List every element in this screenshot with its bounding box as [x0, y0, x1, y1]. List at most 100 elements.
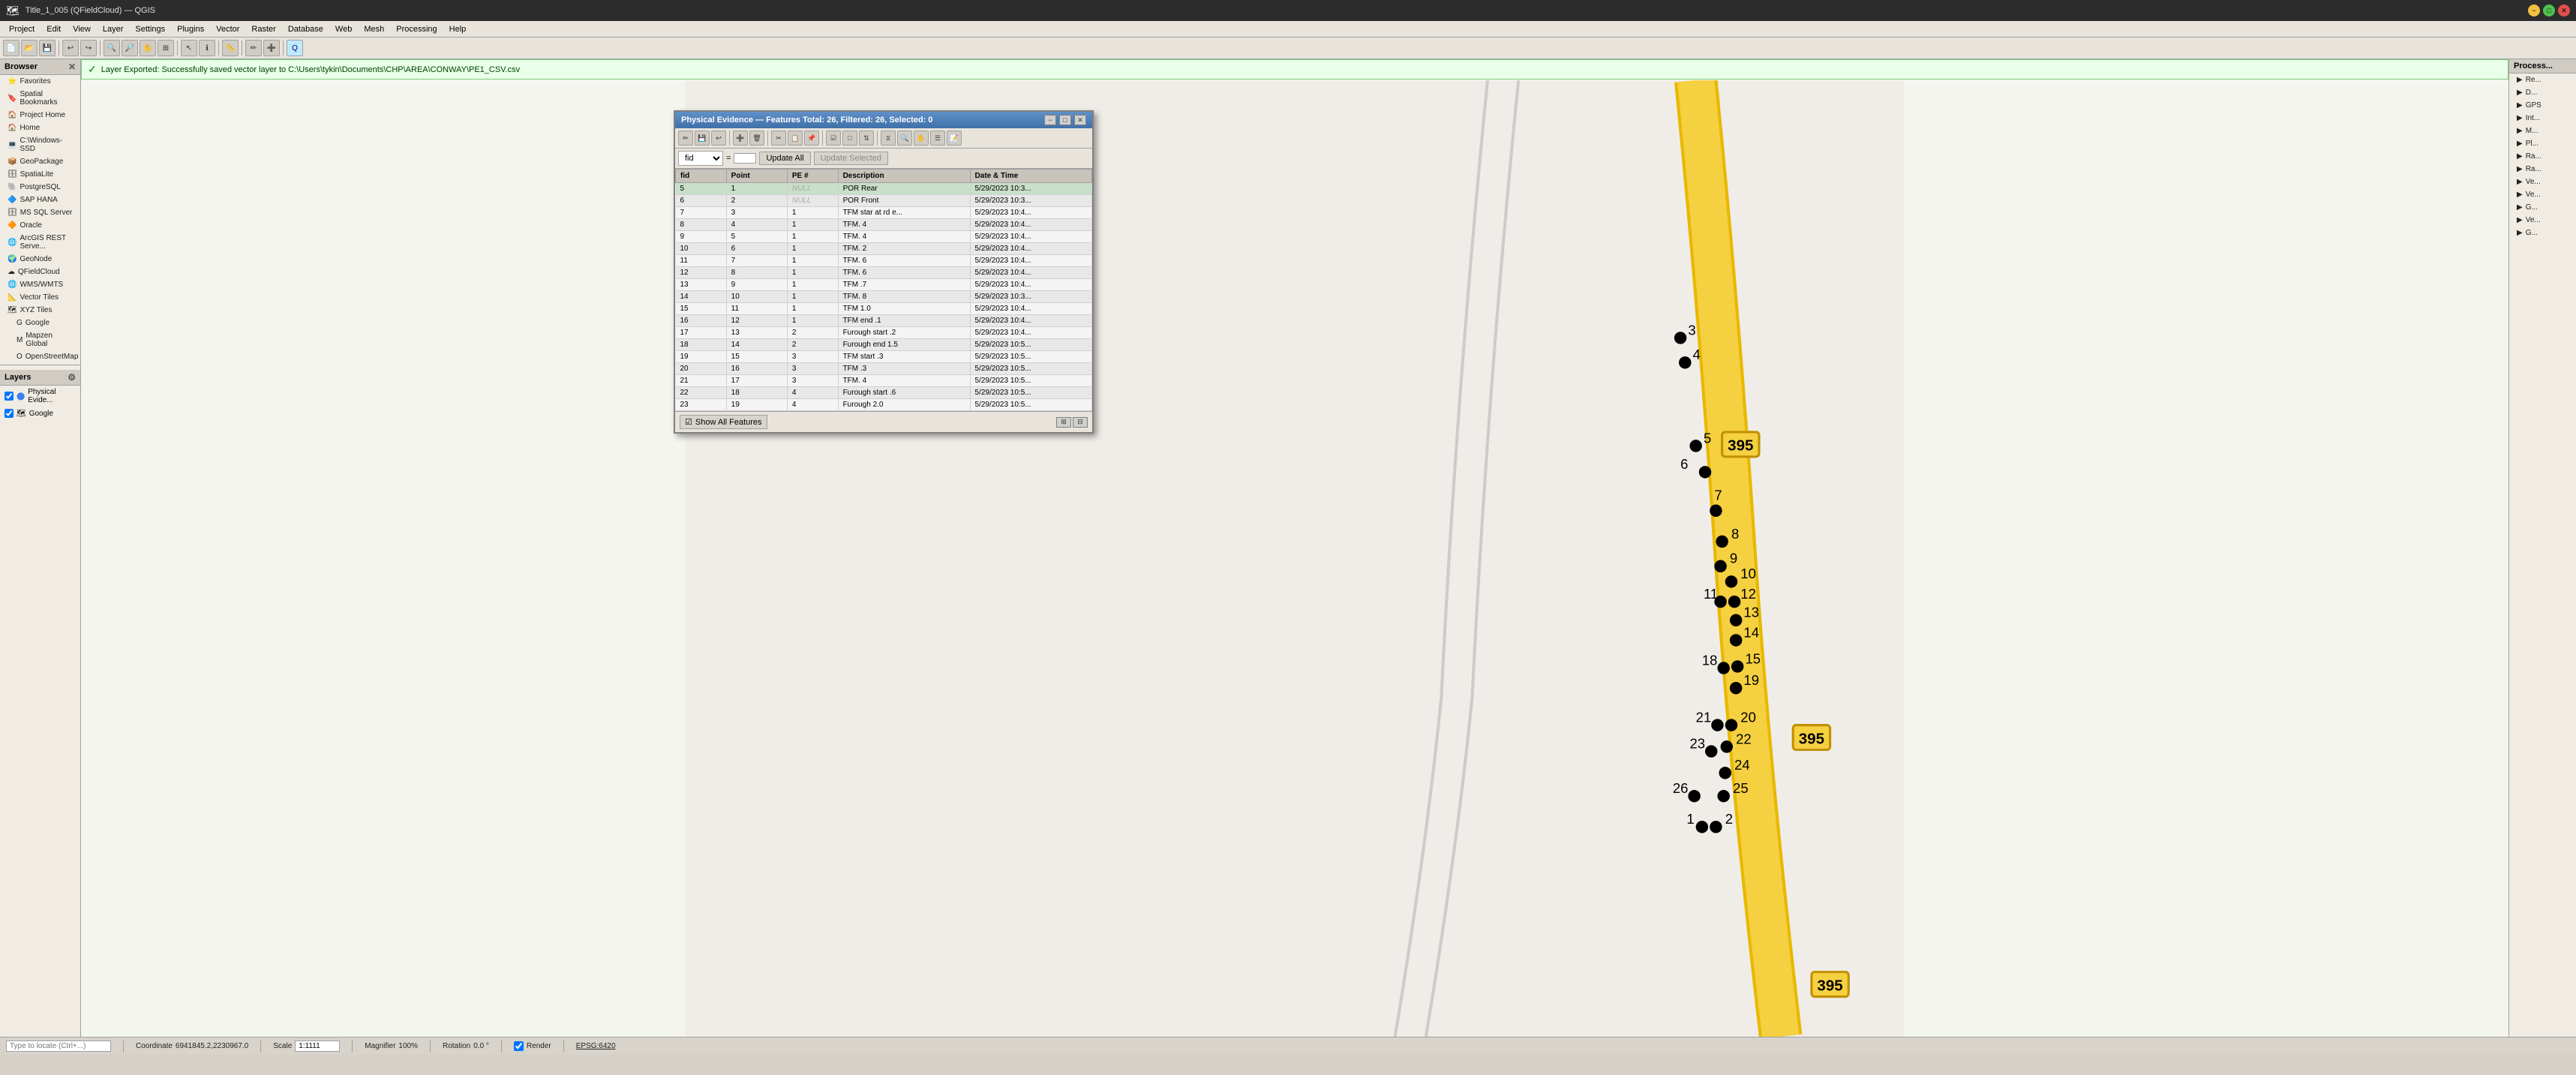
table-row[interactable]: 13 9 1 TFM .7 5/29/2023 10:4... — [676, 279, 1092, 291]
menu-vector[interactable]: Vector — [210, 23, 245, 35]
menu-web[interactable]: Web — [329, 23, 358, 35]
zoom-out-icon[interactable]: 🔎 — [122, 40, 138, 56]
digitize-icon[interactable]: ✏ — [245, 40, 262, 56]
browser-item-qfieldcloud[interactable]: ☁ QFieldCloud — [0, 266, 80, 278]
cut-icon[interactable]: ✂ — [771, 131, 786, 146]
table-row[interactable]: 21 17 3 TFM. 4 5/29/2023 10:5... — [676, 375, 1092, 387]
table-row[interactable]: 12 8 1 TFM. 6 5/29/2023 10:4... — [676, 267, 1092, 279]
scale-input[interactable] — [295, 1040, 340, 1052]
col-header-point[interactable]: Point — [726, 170, 787, 183]
table-row[interactable]: 20 16 3 TFM .3 5/29/2023 10:5... — [676, 363, 1092, 375]
save-edits-icon[interactable]: 💾 — [695, 131, 710, 146]
show-all-features-button[interactable]: ☑ Show All Features — [680, 415, 767, 429]
browser-item-favorites[interactable]: ⭐ Favorites — [0, 75, 80, 88]
col-header-description[interactable]: Description — [838, 170, 970, 183]
epsg-label[interactable]: EPSG:6420 — [576, 1042, 616, 1050]
processing-item-5[interactable]: ▶ Pl... — [2509, 137, 2576, 150]
browser-item-vector-tiles[interactable]: 📐 Vector Tiles — [0, 291, 80, 304]
processing-item-3[interactable]: ▶ Int... — [2509, 112, 2576, 125]
menu-settings[interactable]: Settings — [129, 23, 171, 35]
browser-item-wms[interactable]: 🌐 WMS/WMTS — [0, 278, 80, 291]
browser-item-xyz-tiles[interactable]: 🗺 XYZ Tiles — [0, 304, 80, 317]
browser-item-arcgis[interactable]: 🌐 ArcGIS REST Serve... — [0, 232, 80, 253]
menu-layer[interactable]: Layer — [97, 23, 130, 35]
menu-raster[interactable]: Raster — [245, 23, 281, 35]
browser-item-spatial-bookmarks[interactable]: 🔖 Spatial Bookmarks — [0, 88, 80, 109]
zoom-extent-icon[interactable]: ⊞ — [158, 40, 174, 56]
col-header-pe[interactable]: PE # — [787, 170, 838, 183]
browser-item-openstreetmap[interactable]: O OpenStreetMap — [0, 350, 80, 363]
map-area[interactable]: ✓ Layer Exported: Successfully saved vec… — [81, 59, 2508, 1037]
field-dropdown[interactable]: fid — [678, 151, 723, 166]
table-row[interactable]: 15 11 1 TFM 1.0 5/29/2023 10:4... — [676, 303, 1092, 315]
table-row[interactable]: 7 3 1 TFM star at rd e... 5/29/2023 10:4… — [676, 207, 1092, 219]
add-row-icon[interactable]: ➕ — [733, 131, 748, 146]
browser-item-google[interactable]: G Google — [0, 317, 80, 329]
processing-item-12[interactable]: ▶ G... — [2509, 227, 2576, 239]
layer-google-checkbox[interactable] — [5, 409, 14, 418]
toggle-editing-icon[interactable]: ✏ — [678, 131, 693, 146]
table-corner-btn-1[interactable]: ⊞ — [1056, 417, 1071, 428]
layers-panel-settings-icon[interactable]: ⚙ — [68, 372, 76, 383]
filter-icon[interactable]: ⧖ — [881, 131, 896, 146]
open-form-icon[interactable]: 📝 — [947, 131, 962, 146]
filter-value-input[interactable] — [734, 153, 756, 164]
table-row[interactable]: 11 7 1 TFM. 6 5/29/2023 10:4... — [676, 255, 1092, 267]
processing-item-2[interactable]: ▶ GPS — [2509, 99, 2576, 112]
table-row[interactable]: 17 13 2 Furough start .2 5/29/2023 10:4.… — [676, 327, 1092, 339]
table-row[interactable]: 10 6 1 TFM. 2 5/29/2023 10:4... — [676, 243, 1092, 255]
dialog-minimize-button[interactable]: − — [1044, 115, 1056, 125]
browser-item-home[interactable]: 🏠 Home — [0, 122, 80, 134]
browser-item-mssql[interactable]: 🗄 MS SQL Server — [0, 206, 80, 219]
layer-physical-evidence-checkbox[interactable] — [5, 392, 14, 401]
processing-item-0[interactable]: ▶ Re... — [2509, 74, 2576, 86]
measure-icon[interactable]: 📏 — [222, 40, 239, 56]
browser-item-geonode[interactable]: 🌍 GeoNode — [0, 253, 80, 266]
col-header-fid[interactable]: fid — [676, 170, 727, 183]
table-row[interactable]: 18 14 2 Furough end 1.5 5/29/2023 10:5..… — [676, 339, 1092, 351]
processing-item-6[interactable]: ▶ Ra... — [2509, 150, 2576, 163]
browser-item-postgresql[interactable]: 🐘 PostgreSQL — [0, 181, 80, 194]
table-row[interactable]: 23 19 4 Furough 2.0 5/29/2023 10:5... — [676, 399, 1092, 411]
col-header-datetime[interactable]: Date & Time — [970, 170, 1091, 183]
zoom-selected-icon[interactable]: 🔍 — [897, 131, 912, 146]
processing-item-8[interactable]: ▶ Ve... — [2509, 176, 2576, 188]
browser-item-geopackage[interactable]: 📦 GeoPackage — [0, 155, 80, 168]
feature-table-container[interactable]: fid Point PE # Description Date & Time 5… — [675, 169, 1092, 411]
menu-database[interactable]: Database — [282, 23, 329, 35]
add-feature-icon[interactable]: ➕ — [263, 40, 280, 56]
table-row[interactable]: 5 1 NULL POR Rear 5/29/2023 10:3... — [676, 183, 1092, 195]
delete-row-icon[interactable]: 🗑 — [749, 131, 764, 146]
table-row[interactable]: 6 2 NULL POR Front 5/29/2023 10:3... — [676, 195, 1092, 207]
dialog-close-button[interactable]: ✕ — [1074, 115, 1086, 125]
processing-item-7[interactable]: ▶ Ra... — [2509, 163, 2576, 176]
layer-google[interactable]: 🗺 Google — [0, 407, 80, 420]
menu-edit[interactable]: Edit — [41, 23, 67, 35]
locate-input[interactable] — [6, 1040, 111, 1052]
table-row[interactable]: 9 5 1 TFM. 4 5/29/2023 10:4... — [676, 231, 1092, 243]
save-project-icon[interactable]: 💾 — [39, 40, 56, 56]
table-row[interactable]: 8 4 1 TFM. 4 5/29/2023 10:4... — [676, 219, 1092, 231]
select-icon[interactable]: ↖ — [181, 40, 197, 56]
browser-item-mapzen[interactable]: M Mapzen Global — [0, 329, 80, 350]
invert-select-icon[interactable]: ⇅ — [859, 131, 874, 146]
layer-physical-evidence[interactable]: ⬤ Physical Evide... — [0, 386, 80, 407]
redo-icon[interactable]: ↪ — [80, 40, 97, 56]
identify-icon[interactable]: ℹ — [199, 40, 215, 56]
update-all-button[interactable]: Update All — [759, 152, 810, 165]
browser-item-project-home[interactable]: 🏠 Project Home — [0, 109, 80, 122]
processing-item-10[interactable]: ▶ G... — [2509, 201, 2576, 214]
menu-processing[interactable]: Processing — [390, 23, 443, 35]
table-row[interactable]: 14 10 1 TFM. 8 5/29/2023 10:3... — [676, 291, 1092, 303]
back-icon[interactable]: ↩ — [711, 131, 726, 146]
map-canvas[interactable]: 395 395 395 3 4 5 6 7 — [81, 80, 2508, 1037]
processing-item-1[interactable]: ▶ D... — [2509, 86, 2576, 99]
menu-help[interactable]: Help — [443, 23, 473, 35]
paste-icon[interactable]: 📌 — [804, 131, 819, 146]
open-project-icon[interactable]: 📂 — [21, 40, 38, 56]
pan-icon[interactable]: ✋ — [140, 40, 156, 56]
dialog-maximize-button[interactable]: □ — [1059, 115, 1071, 125]
menu-plugins[interactable]: Plugins — [171, 23, 210, 35]
table-corner-btn-2[interactable]: ⊟ — [1073, 417, 1088, 428]
maximize-button[interactable]: □ — [2543, 5, 2555, 17]
